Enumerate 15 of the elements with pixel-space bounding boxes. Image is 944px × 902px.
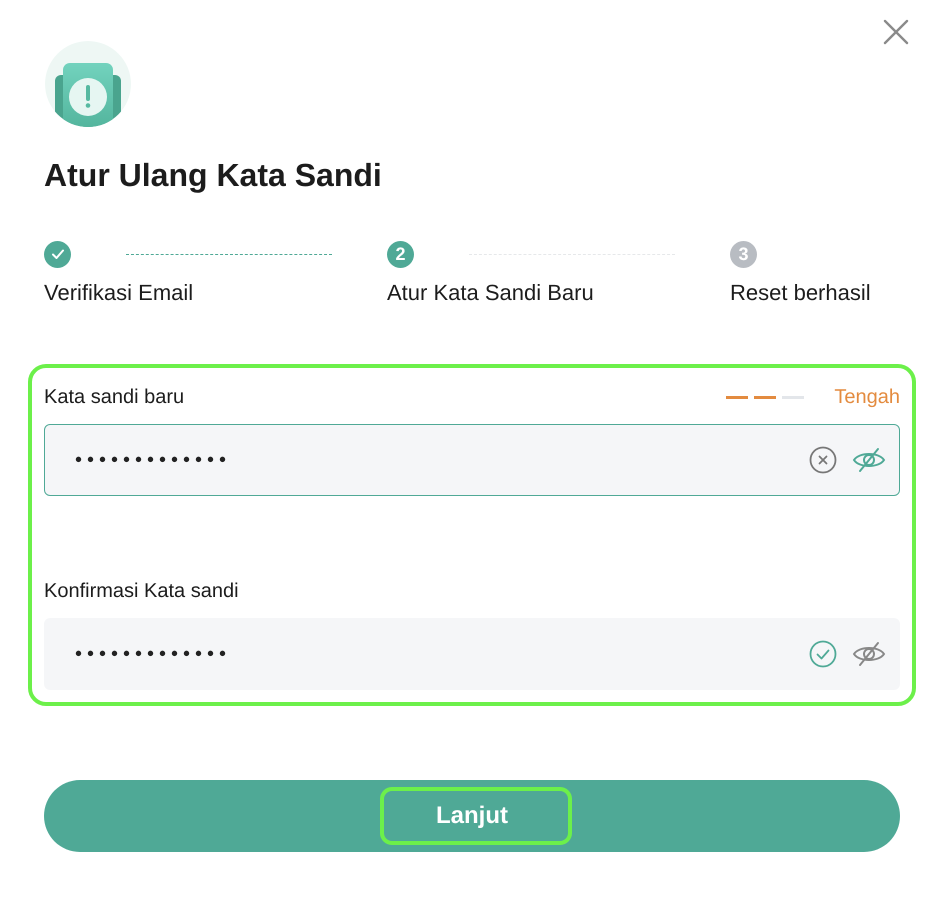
- field-label: Kata sandi baru: [44, 385, 184, 410]
- step-label: Reset berhasil: [730, 280, 871, 307]
- password-field[interactable]: •••••••••••••: [44, 618, 900, 690]
- step-label: Verifikasi Email: [44, 280, 194, 307]
- step-number: 3: [730, 240, 757, 268]
- check-icon: [44, 240, 71, 268]
- step-label: Atur Kata Sandi Baru: [387, 280, 594, 307]
- clear-icon[interactable]: [808, 445, 838, 476]
- strength-label: Tengah: [834, 385, 900, 410]
- step-number: 2: [387, 240, 414, 268]
- field-label: Konfirmasi Kata sandi: [44, 579, 239, 604]
- check-icon: [808, 639, 838, 670]
- warning-icon: [44, 40, 132, 128]
- dialog-title: Atur Ulang Kata Sandi: [44, 156, 383, 194]
- password-field[interactable]: •••••••••••••: [44, 424, 900, 496]
